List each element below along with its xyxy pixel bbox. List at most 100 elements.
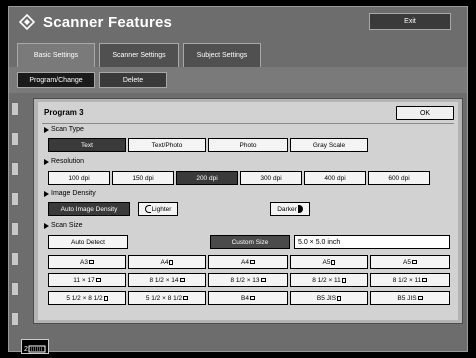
scan-type-text-button[interactable]: Text bbox=[48, 138, 126, 152]
size-label: B5 JIS bbox=[397, 294, 417, 302]
size-a4-landscape-button[interactable]: A4 bbox=[208, 255, 288, 269]
program-change-button[interactable]: Program/Change bbox=[17, 72, 95, 88]
landscape-paper-icon bbox=[260, 278, 266, 282]
scan-type-heading: Scan Type bbox=[44, 126, 84, 133]
auto-detect-button[interactable]: Auto Detect bbox=[48, 235, 128, 249]
list-edge-item bbox=[11, 192, 19, 206]
lcd-screen: Scanner Features Exit Basic Settings Sca… bbox=[8, 6, 469, 355]
darker-label: Darker bbox=[277, 205, 297, 213]
size-8-5x14-button[interactable]: 8 1/2 × 14 bbox=[128, 273, 206, 287]
size-b5-jis-portrait-button[interactable]: B5 JIS bbox=[290, 291, 368, 305]
resolution-200-button[interactable]: 200 dpi bbox=[176, 171, 238, 185]
resolution-heading: Resolution bbox=[44, 158, 84, 165]
image-density-heading: Image Density bbox=[44, 190, 96, 197]
size-label: 8 1/2 × 11 bbox=[312, 276, 341, 284]
size-label: 8 1/2 × 14 bbox=[149, 276, 179, 284]
size-label: A4 bbox=[160, 258, 169, 266]
darker-half-circle-icon bbox=[297, 205, 303, 213]
darker-button[interactable]: Darker bbox=[270, 202, 310, 216]
size-label: 5 1/2 × 8 1/2 bbox=[66, 294, 103, 302]
dialog-body: Program 3 OK Scan Type Text Text/Photo P… bbox=[38, 102, 458, 320]
dialog-title: Program 3 bbox=[44, 108, 84, 117]
tab-scanner-settings[interactable]: Scanner Settings bbox=[99, 43, 179, 67]
size-8-5x11-portrait-button[interactable]: 8 1/2 × 11 bbox=[290, 273, 368, 287]
list-edge-item bbox=[11, 132, 19, 146]
custom-size-button[interactable]: Custom Size bbox=[210, 235, 290, 249]
device-frame: Scanner Features Exit Basic Settings Sca… bbox=[0, 0, 476, 358]
size-label: 8 1/2 × 11 bbox=[392, 276, 422, 284]
lighter-half-circle-icon bbox=[144, 205, 151, 213]
scan-type-gray-scale-button[interactable]: Gray Scale bbox=[290, 138, 368, 152]
scanner-status-icon[interactable]: 2 bbox=[21, 339, 49, 354]
size-label: 5 1/2 × 8 1/2 bbox=[145, 294, 183, 302]
size-8-5x13-button[interactable]: 8 1/2 × 13 bbox=[208, 273, 288, 287]
window-title: Scanner Features bbox=[43, 13, 173, 31]
background-list-edge bbox=[11, 102, 19, 327]
tab-subject-settings[interactable]: Subject Settings bbox=[183, 43, 261, 67]
list-edge-item bbox=[11, 162, 19, 176]
size-5-5x8-5-portrait-button[interactable]: 5 1/2 × 8 1/2 bbox=[48, 291, 126, 305]
list-edge-item bbox=[11, 102, 19, 116]
resolution-600-button[interactable]: 600 dpi bbox=[368, 171, 430, 185]
list-edge-item bbox=[11, 312, 19, 326]
landscape-paper-icon bbox=[411, 260, 417, 264]
size-label: A4 bbox=[241, 258, 249, 266]
size-label: A3 bbox=[80, 258, 88, 266]
scanner-diamond-icon bbox=[17, 12, 37, 32]
landscape-paper-icon bbox=[422, 278, 428, 282]
size-a5-portrait-button[interactable]: A5 bbox=[290, 255, 368, 269]
portrait-paper-icon bbox=[103, 295, 108, 301]
list-edge-item bbox=[11, 282, 19, 296]
auto-image-density-button[interactable]: Auto Image Density bbox=[48, 202, 130, 216]
landscape-paper-icon bbox=[249, 260, 255, 264]
tab-basic-settings[interactable]: Basic Settings bbox=[17, 43, 95, 67]
custom-size-field[interactable]: 5.0 × 5.0 inch bbox=[294, 235, 450, 249]
settings-tabs: Basic Settings Scanner Settings Subject … bbox=[17, 43, 261, 67]
section-arrow-icon bbox=[44, 190, 49, 197]
divider bbox=[42, 123, 454, 124]
title-bar: Scanner Features Exit bbox=[9, 7, 467, 37]
size-a4-portrait-button[interactable]: A4 bbox=[128, 255, 206, 269]
exit-button[interactable]: Exit bbox=[369, 13, 451, 30]
ok-button[interactable]: OK bbox=[396, 106, 454, 120]
landscape-paper-icon bbox=[88, 260, 94, 264]
landscape-paper-icon bbox=[417, 296, 423, 300]
scanner-tray-icon bbox=[28, 345, 46, 353]
size-a5-landscape-button[interactable]: A5 bbox=[370, 255, 450, 269]
delete-button[interactable]: Delete bbox=[99, 72, 167, 88]
section-arrow-icon bbox=[44, 158, 49, 165]
landscape-paper-icon bbox=[95, 278, 101, 282]
program-dialog: Program 3 OK Scan Type Text Text/Photo P… bbox=[33, 98, 463, 324]
list-edge-item bbox=[11, 222, 19, 236]
portrait-paper-icon bbox=[337, 295, 342, 301]
size-5-5x8-5-landscape-button[interactable]: 5 1/2 × 8 1/2 bbox=[128, 291, 206, 305]
portrait-paper-icon bbox=[331, 259, 336, 265]
size-label: 11 × 17 bbox=[73, 276, 95, 284]
scan-type-text-photo-button[interactable]: Text/Photo bbox=[128, 138, 206, 152]
resolution-400-button[interactable]: 400 dpi bbox=[304, 171, 366, 185]
size-label: 8 1/2 × 13 bbox=[230, 276, 260, 284]
size-label: A5 bbox=[403, 258, 411, 266]
resolution-150-button[interactable]: 150 dpi bbox=[112, 171, 174, 185]
size-b5-jis-landscape-button[interactable]: B5 JIS bbox=[370, 291, 450, 305]
resolution-300-button[interactable]: 300 dpi bbox=[240, 171, 302, 185]
status-bar: 2 bbox=[17, 337, 469, 355]
landscape-paper-icon bbox=[249, 296, 255, 300]
size-a3-landscape-button[interactable]: A3 bbox=[48, 255, 126, 269]
list-edge-item bbox=[11, 252, 19, 266]
size-8-5x11-landscape-button[interactable]: 8 1/2 × 11 bbox=[370, 273, 450, 287]
landscape-paper-icon bbox=[179, 278, 185, 282]
size-label: A5 bbox=[322, 258, 331, 266]
size-b4-button[interactable]: B4 bbox=[208, 291, 288, 305]
section-arrow-icon bbox=[44, 126, 49, 133]
section-label: Scan Size bbox=[51, 222, 83, 229]
scan-type-photo-button[interactable]: Photo bbox=[208, 138, 288, 152]
section-label: Image Density bbox=[51, 190, 96, 197]
resolution-100-button[interactable]: 100 dpi bbox=[48, 171, 110, 185]
sub-toolbar: Program/Change Delete bbox=[9, 67, 467, 93]
size-label: B5 JIS bbox=[316, 294, 337, 302]
lighter-button[interactable]: Lighter bbox=[138, 202, 178, 216]
size-label: B4 bbox=[241, 294, 249, 302]
portrait-paper-icon bbox=[341, 277, 346, 283]
size-11x17-button[interactable]: 11 × 17 bbox=[48, 273, 126, 287]
